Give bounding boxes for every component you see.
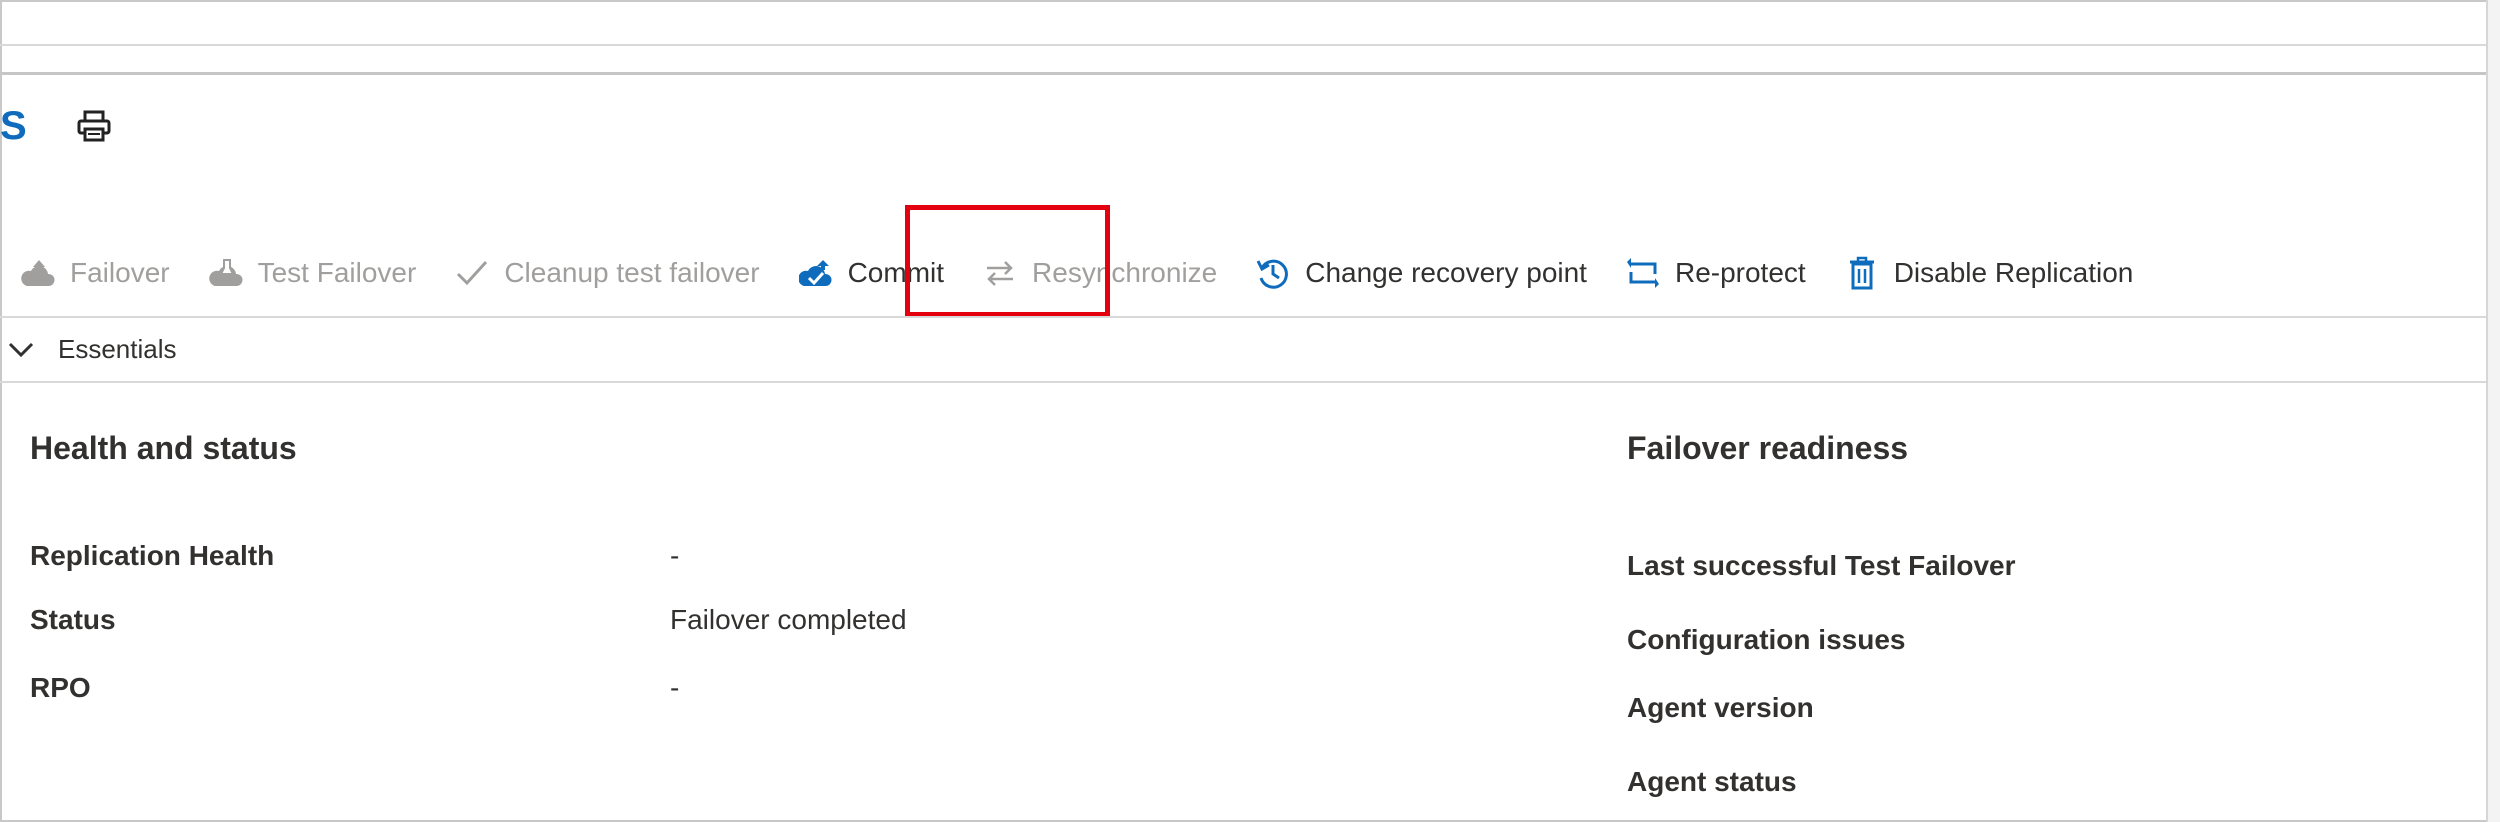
- failover-label: Failover: [70, 257, 170, 288]
- re-protect-button[interactable]: Re-protect: [1625, 248, 1806, 298]
- essentials-toggle[interactable]: Essentials: [6, 334, 177, 365]
- disable-replication-label: Disable Replication: [1893, 257, 2134, 288]
- agent-status-label: Agent status: [1627, 766, 1797, 797]
- failover-readiness-heading: Failover readiness: [1627, 430, 1909, 466]
- divider: [0, 381, 2486, 383]
- trash-icon: [1844, 255, 1880, 291]
- window-frame: [0, 0, 2500, 822]
- disable-replication-button[interactable]: Disable Replication: [1844, 248, 2134, 298]
- cleanup-test-failover-label: Cleanup test failover: [504, 257, 760, 288]
- essentials-label: Essentials: [58, 334, 177, 364]
- scrollbar[interactable]: [2486, 0, 2500, 822]
- test-failover-label: Test Failover: [257, 257, 417, 288]
- cleanup-test-failover-button[interactable]: Cleanup test failover: [454, 248, 760, 298]
- commit-highlight-box: [905, 205, 1110, 317]
- rpo-value: -: [670, 672, 680, 703]
- history-clock-icon: [1255, 255, 1291, 291]
- chevron-down-icon: [8, 342, 34, 357]
- status-label: Status: [30, 604, 116, 635]
- cloud-failover-icon: [20, 255, 56, 291]
- change-recovery-point-button[interactable]: Change recovery point: [1255, 248, 1587, 298]
- agent-version-label: Agent version: [1627, 692, 1814, 723]
- re-protect-label: Re-protect: [1674, 257, 1806, 288]
- divider: [0, 316, 2486, 318]
- replication-health-value: -: [670, 540, 680, 571]
- failover-button[interactable]: Failover: [20, 248, 170, 298]
- change-recovery-point-label: Change recovery point: [1305, 257, 1587, 288]
- divider: [0, 72, 2486, 75]
- last-successful-test-failover-label: Last successful Test Failover: [1627, 550, 2016, 581]
- checkmark-icon: [454, 255, 490, 291]
- print-icon[interactable]: [76, 110, 112, 142]
- reprotect-arrows-icon: [1625, 255, 1661, 291]
- rpo-label: RPO: [30, 672, 91, 703]
- divider: [0, 44, 2486, 46]
- page-title-fragment: S: [0, 104, 27, 148]
- health-status-heading: Health and status: [30, 430, 297, 466]
- cloud-test-failover-icon: [208, 255, 244, 291]
- replication-health-label: Replication Health: [30, 540, 275, 571]
- cloud-check-icon: [798, 255, 834, 291]
- test-failover-button[interactable]: Test Failover: [208, 248, 417, 298]
- configuration-issues-label: Configuration issues: [1627, 624, 1906, 655]
- status-value: Failover completed: [670, 604, 907, 635]
